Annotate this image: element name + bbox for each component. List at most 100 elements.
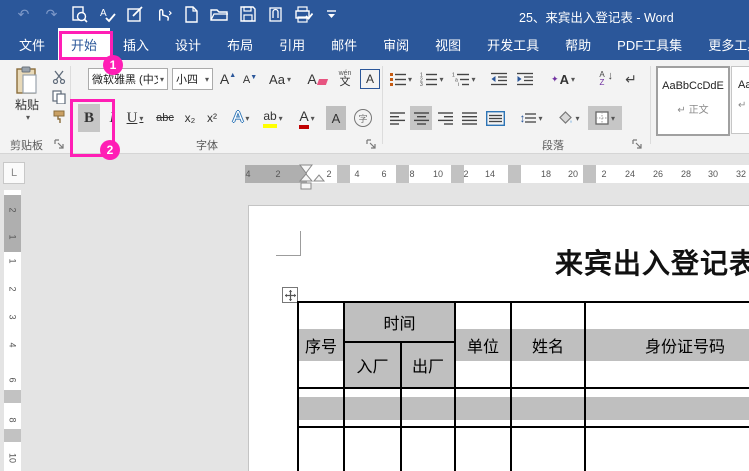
header-cell-name[interactable]: 姓名 [510, 301, 586, 389]
paragraph-dialog-launcher[interactable] [632, 137, 644, 149]
table-cell[interactable] [297, 426, 345, 471]
table-cell[interactable] [584, 387, 749, 428]
copy-button[interactable] [50, 88, 68, 106]
table-move-handle[interactable] [282, 287, 298, 303]
tab-邮件[interactable]: 邮件 [318, 28, 370, 60]
header-cell-in[interactable]: 入厂 [343, 341, 402, 389]
table-cell[interactable] [297, 387, 345, 428]
tab-视图[interactable]: 视图 [422, 28, 474, 60]
attachment-icon[interactable] [266, 5, 285, 24]
tab-帮助[interactable]: 帮助 [552, 28, 604, 60]
justify-button[interactable] [458, 106, 480, 130]
style-card-normal[interactable]: AaBbCcDdE ↵ 正文 [656, 66, 730, 136]
table-cell[interactable] [510, 426, 586, 471]
superscript-button[interactable]: x² [202, 104, 222, 132]
tab-更多工具[interactable]: 更多工具 [695, 28, 749, 60]
tab-引用[interactable]: 引用 [266, 28, 318, 60]
edit-icon[interactable] [126, 5, 145, 24]
align-left-button[interactable] [386, 106, 408, 130]
sort-button[interactable]: A Z ↓ [590, 66, 614, 92]
clear-formatting-button[interactable]: A [306, 68, 328, 90]
multilevel-list-button[interactable]: 1ai ▾ [450, 68, 478, 90]
tab-设计[interactable]: 设计 [162, 28, 214, 60]
print-preview-icon[interactable] [70, 5, 89, 24]
grow-font-button[interactable]: A ▲ [218, 68, 238, 90]
document-page[interactable]: 来宾出入登记表 序号 时间 单位 姓名 身份证号码 入厂 出厂 [248, 205, 749, 471]
subscript-button[interactable]: x₂ [180, 104, 200, 132]
text-effects-button[interactable]: A ▾ [228, 104, 254, 132]
tab-审阅[interactable]: 审阅 [370, 28, 422, 60]
bold-button[interactable]: B [78, 104, 100, 132]
ruler-column-marker[interactable] [337, 165, 350, 183]
table-row-selected[interactable] [297, 387, 749, 428]
table-cell[interactable] [400, 387, 456, 428]
document-title-text[interactable]: 来宾出入登记表 [555, 242, 749, 282]
print-check-icon[interactable] [294, 5, 313, 24]
header-cell-time[interactable]: 时间 [343, 301, 456, 343]
tab-PDF工具集[interactable]: PDF工具集 [604, 28, 695, 60]
font-dialog-launcher[interactable] [366, 137, 378, 149]
character-border-button[interactable]: A [360, 69, 380, 89]
new-document-icon[interactable] [182, 5, 201, 24]
phonetic-guide-button[interactable]: wén 文 [334, 67, 356, 91]
bullet-list-button[interactable]: ▾ [388, 68, 414, 90]
table-cell[interactable] [400, 426, 456, 471]
table-cell[interactable] [510, 387, 586, 428]
enclose-characters-button[interactable]: 字 [352, 106, 374, 130]
increase-indent-button[interactable] [514, 68, 536, 90]
save-icon[interactable] [238, 5, 257, 24]
strikethrough-button[interactable]: abc [152, 104, 178, 132]
distributed-button[interactable] [482, 106, 508, 130]
ruler-row-marker[interactable] [4, 429, 21, 442]
italic-button[interactable]: I [104, 104, 120, 132]
tab-开始[interactable]: 开始 [58, 28, 111, 60]
customize-qat-icon[interactable] [322, 5, 341, 24]
header-cell-out[interactable]: 出厂 [400, 341, 456, 389]
decrease-indent-button[interactable] [488, 68, 510, 90]
table-cell[interactable] [343, 426, 402, 471]
shrink-font-button[interactable]: A ▼ [240, 70, 260, 90]
vertical-ruler[interactable]: 2 1 1 2 3 4 6 8 10 [4, 190, 21, 471]
underline-button[interactable]: U ▾ [122, 104, 148, 132]
table-cell[interactable] [343, 387, 402, 428]
open-icon[interactable] [210, 5, 229, 24]
indent-markers[interactable] [294, 163, 328, 196]
highlight-color-button[interactable]: ab ▾ [258, 104, 288, 132]
header-cell-seq[interactable]: 序号 [297, 301, 345, 389]
tab-布局[interactable]: 布局 [214, 28, 266, 60]
shading-button[interactable]: ▾ [554, 106, 584, 130]
font-name-combobox[interactable]: 微软雅黑 (中文正文) ▾ [88, 68, 168, 90]
style-card-2[interactable]: AaB ↵ [731, 66, 749, 134]
cut-button[interactable] [50, 68, 68, 86]
touch-mode-icon[interactable] [154, 5, 173, 24]
header-cell-id[interactable]: 身份证号码 [584, 301, 749, 389]
clipboard-dialog-launcher[interactable] [54, 137, 66, 149]
table-cell[interactable] [454, 387, 512, 428]
redo-icon[interactable]: ↷ [42, 5, 61, 24]
asian-layout-button[interactable]: ✦ A ▾ [546, 68, 580, 90]
tab-插入[interactable]: 插入 [110, 28, 162, 60]
ruler-column-marker[interactable] [508, 165, 521, 183]
table-cell[interactable] [584, 426, 749, 471]
header-cell-unit[interactable]: 单位 [454, 301, 512, 389]
tab-stop-selector[interactable]: L [3, 162, 25, 184]
table-cell[interactable] [454, 426, 512, 471]
tab-开发工具[interactable]: 开发工具 [474, 28, 552, 60]
line-spacing-button[interactable]: ↕ ▾ [516, 106, 546, 130]
show-marks-button[interactable]: ↵ [620, 68, 642, 90]
format-painter-button[interactable] [50, 108, 68, 126]
numbered-list-button[interactable]: 123 ▾ [418, 68, 446, 90]
undo-icon[interactable]: ↶ [14, 5, 33, 24]
change-case-button[interactable]: Aa ▾ [266, 68, 294, 90]
borders-button[interactable]: ▾ [588, 106, 622, 130]
align-right-button[interactable] [434, 106, 456, 130]
paste-button[interactable]: 粘贴 ▾ [7, 66, 47, 132]
character-shading-button[interactable]: A [326, 106, 346, 130]
ruler-row-marker[interactable] [4, 390, 21, 403]
font-size-combobox[interactable]: 小四 ▾ [172, 68, 213, 90]
tab-文件[interactable]: 文件 [6, 28, 58, 60]
font-color-button[interactable]: A ▾ [292, 104, 322, 132]
ruler-column-marker[interactable] [583, 165, 596, 183]
align-center-button[interactable] [410, 106, 432, 130]
table-row[interactable] [297, 426, 749, 471]
